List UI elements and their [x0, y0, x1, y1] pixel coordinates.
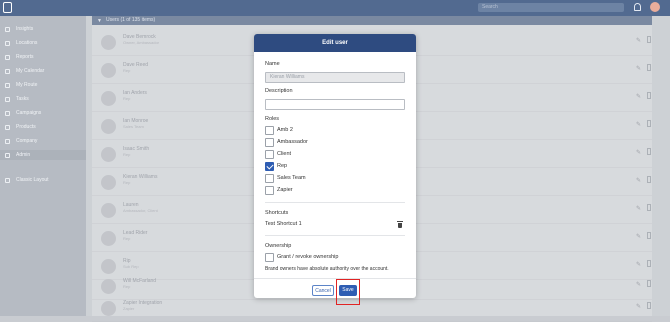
role-label: Zapier: [277, 187, 293, 193]
role-checkbox[interactable]: [265, 186, 274, 195]
role-option-sales-team[interactable]: Sales Team: [265, 174, 405, 184]
trash-icon[interactable]: [397, 221, 403, 228]
description-label: Description: [265, 88, 293, 94]
role-checkbox-checked[interactable]: [265, 162, 274, 171]
name-field[interactable]: Kieran Williams: [265, 72, 405, 83]
role-option-client[interactable]: Client: [265, 150, 405, 160]
ownership-checkbox-label: Grant / revoke ownership: [277, 254, 339, 260]
role-option-ambassador[interactable]: Ambassador: [265, 138, 405, 148]
ownership-note: Brand owners have absolute authority ove…: [265, 266, 389, 272]
role-checkbox[interactable]: [265, 174, 274, 183]
role-option-rep[interactable]: Rep: [265, 162, 405, 172]
ownership-label: Ownership: [265, 243, 292, 249]
divider: [265, 235, 405, 236]
role-checkbox[interactable]: [265, 126, 274, 135]
ownership-checkbox[interactable]: [265, 253, 274, 262]
roles-label: Roles: [265, 116, 280, 122]
role-option-amb-2[interactable]: Amb 2: [265, 126, 405, 136]
ownership-option[interactable]: Grant / revoke ownership: [265, 253, 405, 263]
dialog-title: Edit user: [254, 34, 416, 52]
shortcut-name: Test Shortcut 1: [265, 221, 302, 227]
role-label: Client: [277, 151, 292, 157]
role-checkbox[interactable]: [265, 150, 274, 159]
role-option-zapier[interactable]: Zapier: [265, 186, 405, 196]
dialog-footer-divider: [254, 278, 416, 279]
role-checkbox[interactable]: [265, 138, 274, 147]
cancel-button[interactable]: Cancel: [312, 285, 334, 296]
shortcuts-label: Shortcuts: [265, 210, 289, 216]
divider: [265, 202, 405, 203]
role-label: Ambassador: [277, 139, 308, 145]
name-label: Name: [265, 61, 280, 67]
role-label: Amb 2: [277, 127, 293, 133]
highlight-box: [336, 279, 360, 305]
edit-user-dialog: Edit user Name Kieran Williams Descripti…: [254, 34, 416, 298]
description-field[interactable]: [265, 99, 405, 110]
role-label: Rep: [277, 163, 288, 169]
role-label: Sales Team: [277, 175, 306, 181]
